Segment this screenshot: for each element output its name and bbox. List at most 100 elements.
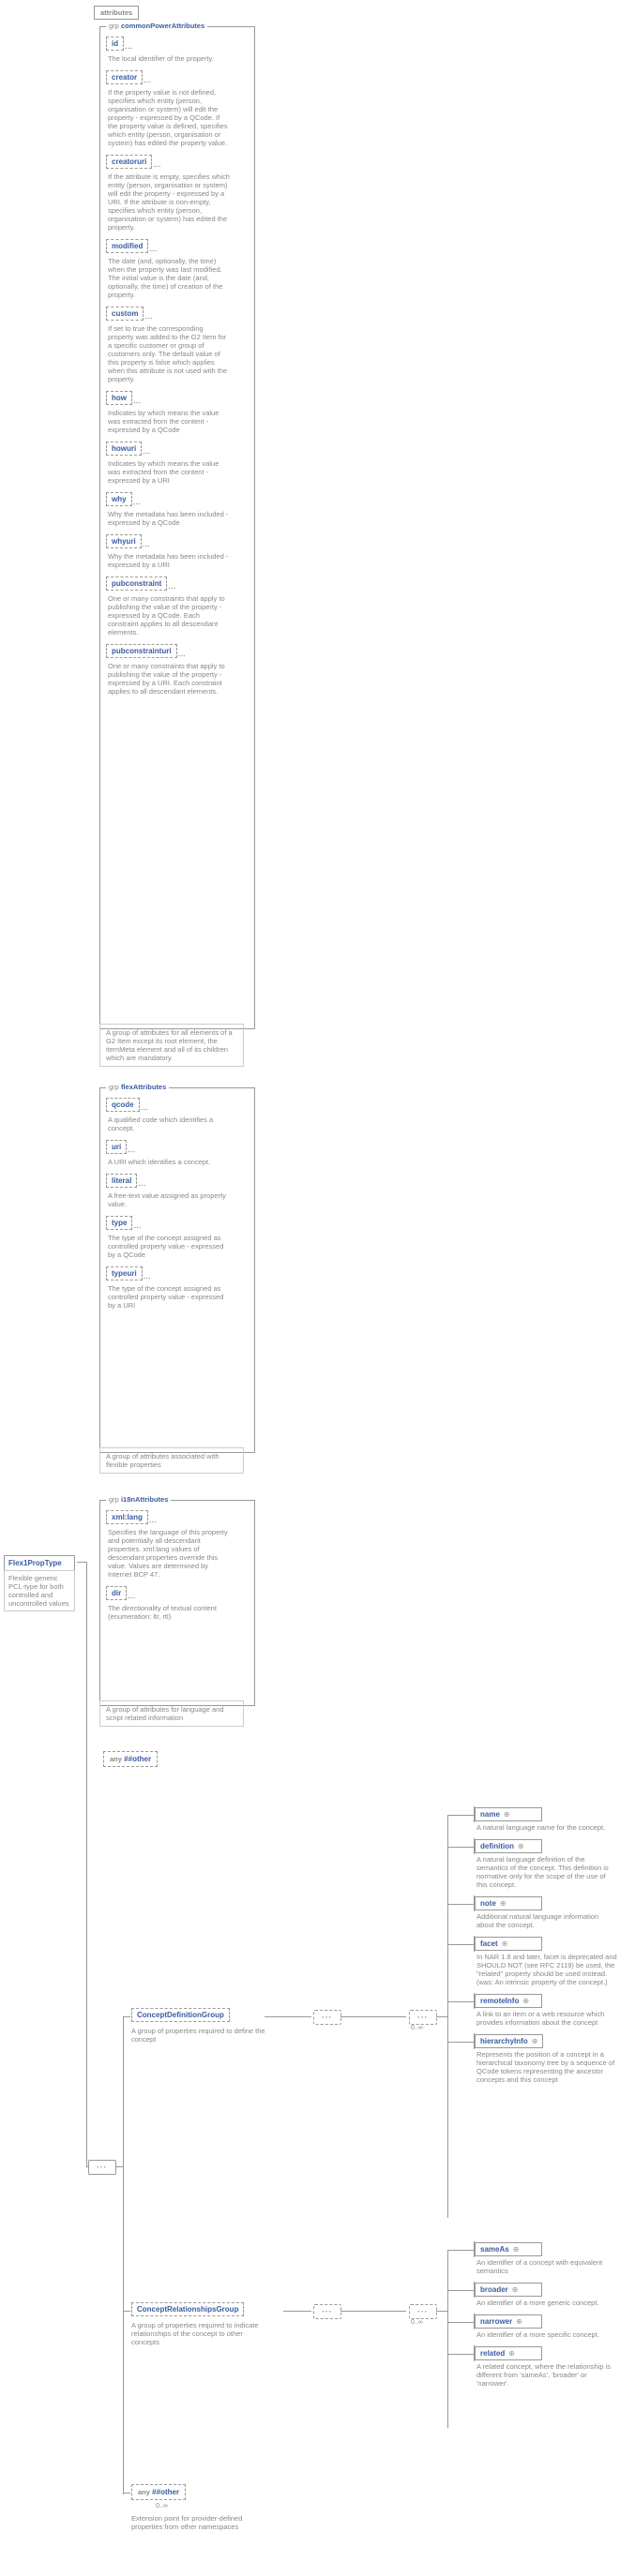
attr-desc: One or many constraints that apply to pu… [106,660,230,697]
expand-icon: ⊕ [513,2245,520,2254]
attr-list-i18n: xml:lang⋯ Specifies the language of this … [104,1505,250,1634]
connector [447,2001,475,2002]
child-desc: A natural language name for the concept. [475,1821,617,1837]
ellipsis-icon: ⋯ [144,1274,151,1282]
child-related: related⊕A related concept, where the rel… [475,2346,625,2393]
attr-dir: dir⋯The directionality of textual conten… [106,1586,249,1623]
connector [447,1815,475,1816]
concept-def-group: ConceptDefinitionGroup [131,2008,230,2022]
connector [447,1944,475,1945]
root-type-name: Flex1PropType [4,1555,75,1571]
ellipsis-icon: ⋯ [128,1147,135,1156]
attr-name: why⋯ [106,492,132,506]
concept-rel-group: ConceptRelationshipsGroup [131,2302,244,2316]
concept-def-desc: A group of properties required to define… [131,2027,272,2044]
connector [447,2354,475,2355]
attr-name: literal⋯ [106,1174,137,1188]
ellipsis-icon: ⋯ [153,162,160,171]
connector [115,2166,123,2167]
concept-rel-desc: A group of properties required to indica… [131,2321,272,2346]
attr-desc: The directionality of textual content (e… [106,1602,230,1623]
attr-desc: One or many constraints that apply to pu… [106,592,230,638]
connector [340,2016,406,2017]
attr-list-flex: qcode⋯A qualified code which identifies … [104,1092,250,1323]
attr-pubconstraint: pubconstraint⋯One or many constraints th… [106,577,249,638]
attr-desc: A free-text value assigned as property v… [106,1190,230,1210]
ellipsis-icon: ⋯ [178,651,186,660]
attr-desc: The type of the concept assigned as cont… [106,1282,230,1311]
attr-name: type⋯ [106,1216,132,1230]
any-other-desc: Extension point for provider-defined pro… [131,2514,244,2531]
expand-icon: ⊕ [500,1899,506,1908]
attr-whyuri: whyuri⋯Why the metadata has been include… [106,534,249,571]
child-name: name⊕A natural language name for the con… [475,1807,625,1837]
child-name: definition⊕ [475,1839,542,1853]
range-rel: 0..∞ [411,2319,423,2326]
sequence-def [313,2010,341,2025]
attr-desc: The local identifier of the property. [106,52,230,65]
group-common-title: grp commonPowerAttributes [106,22,207,30]
ellipsis-icon: ⋯ [143,449,150,457]
attr-name: how⋯ [106,391,132,405]
child-desc: Additional natural language information … [475,1910,617,1935]
ellipsis-icon: ⋯ [144,314,152,322]
child-definition: definition⊕A natural language definition… [475,1839,625,1895]
ellipsis-icon: ⋯ [128,1594,135,1602]
attr-desc: Why the metadata has been included - exp… [106,508,230,529]
expand-icon: ⊕ [512,2285,519,2294]
ellipsis-icon: ⋯ [144,78,151,86]
attr-list-common: id⋯The local identifier of the property.… [104,31,250,709]
root-type-desc: Flexible generic PCL-type for both contr… [4,1570,75,1611]
attr-name: howuri⋯ [106,442,142,456]
expand-icon: ⊕ [516,2317,522,2326]
attr-id: id⋯The local identifier of the property. [106,37,249,65]
attr-uri: uri⋯A URI which identifies a concept. [106,1140,249,1168]
child-name: broader⊕ [475,2283,542,2297]
ellipsis-icon: ⋯ [149,1518,157,1526]
child-desc: In NAR 1.8 and later, facet is deprecate… [475,1951,617,1992]
child-desc: A link to an item or a web resource whic… [475,2008,617,2032]
child-name: narrower⊕ [475,2314,542,2329]
connector [447,1815,448,2218]
attr-typeuri: typeuri⋯The type of the concept assigned… [106,1266,249,1311]
child-desc: An identifier of a more specific concept… [475,2329,617,2344]
ellipsis-icon: ⋯ [125,44,132,52]
ellipsis-icon: ⋯ [149,247,157,255]
attr-pubconstrainturi: pubconstrainturi⋯One or many constraints… [106,644,249,697]
attr-name: uri⋯ [106,1140,127,1154]
any-other-element: any ##other [131,2484,186,2500]
attr-desc: The type of the concept assigned as cont… [106,1232,230,1261]
attr-name: pubconstraint⋯ [106,577,167,591]
choice-def [409,2010,437,2025]
connector [447,2042,475,2043]
attr-custom: custom⋯If set to true the corresponding … [106,307,249,385]
expand-icon: ⊕ [508,2349,515,2358]
connector [123,2311,130,2312]
child-narrower: narrower⊕An identifier of a more specifi… [475,2314,625,2344]
child-name: name⊕ [475,1807,542,1821]
attr-desc: Indicates by which means the value was e… [106,407,230,436]
any-other-attr: any ##other [103,1751,158,1767]
connector [436,2311,447,2312]
ellipsis-icon: ⋯ [141,1105,148,1114]
choice-rel [409,2304,437,2319]
child-desc: A natural language definition of the sem… [475,1853,617,1895]
attr-name: qcode⋯ [106,1098,140,1112]
child-desc: A related concept, where the relationshi… [475,2360,617,2393]
ellipsis-icon: ⋯ [133,500,141,508]
attr-creator: creator⋯If the property value is not def… [106,70,249,149]
attr-name: creator⋯ [106,70,143,84]
child-name: hierarchyInfo⊕ [475,2034,543,2048]
attr-how: how⋯ Indicates by which means the value w… [106,391,249,436]
connector [447,2290,475,2291]
connector [447,2250,448,2428]
group-i18n-title: grp i18nAttributes [106,1495,171,1504]
def-children: name⊕A natural language name for the con… [475,1807,625,2091]
attr-name: xml:lang⋯ [106,1510,148,1524]
ellipsis-icon: ⋯ [168,584,175,592]
ellipsis-icon: ⋯ [143,542,150,550]
attr-desc: Specifies the language of this property … [106,1526,230,1580]
sequence-main [88,2160,116,2175]
child-hierarchyInfo: hierarchyInfo⊕Represents the position of… [475,2034,625,2089]
connector [447,1847,475,1848]
